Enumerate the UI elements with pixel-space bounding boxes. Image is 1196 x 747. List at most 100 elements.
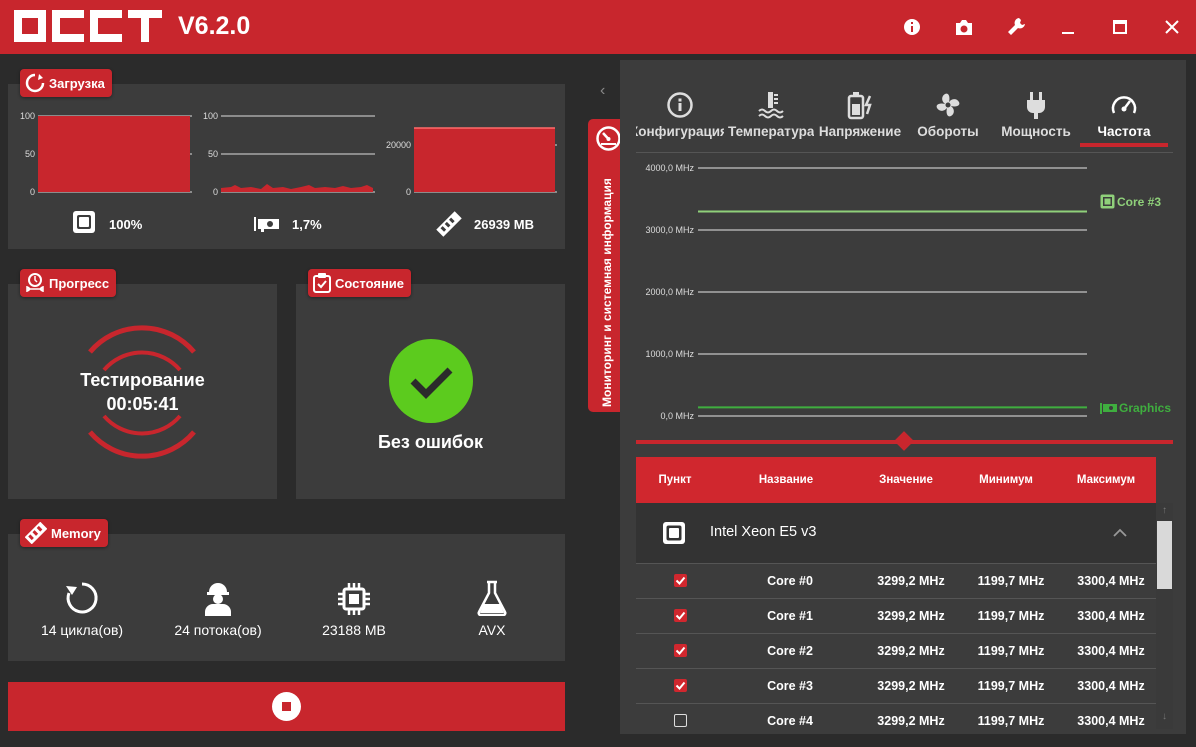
memory-load-value: 26939 MB — [474, 217, 534, 232]
tab-voltage-label: Напряжение — [818, 124, 902, 139]
tab-fans[interactable]: Обороты — [906, 90, 990, 146]
col-min[interactable]: Минимум — [956, 457, 1056, 503]
row-min: 1199,7 MHz — [977, 714, 1045, 728]
frequency-chart — [698, 167, 1087, 417]
state-panel: Без ошибок — [296, 284, 565, 499]
memory-load-chart — [414, 127, 557, 193]
row-name: Core #0 — [767, 574, 813, 588]
core3-series-label: Core #3 — [1100, 194, 1161, 209]
cpu-group-row[interactable]: Intel Xeon E5 v3 — [636, 503, 1156, 563]
progress-title: Прогресс — [49, 275, 110, 291]
loop-icon — [66, 582, 98, 614]
load-badge: Загрузка — [20, 69, 112, 97]
table-row[interactable]: Core #0 3299,2 MHz 1199,7 MHz 3300,4 MHz — [636, 563, 1156, 598]
row-checkbox[interactable] — [674, 644, 687, 657]
gpu-icon — [254, 217, 279, 232]
ram-icon — [25, 522, 47, 544]
progress-badge: Прогресс — [20, 269, 117, 297]
monitoring-panel: Конфигурация Температура Напряжение Обор… — [620, 60, 1186, 734]
occt-logo — [12, 8, 164, 49]
row-min: 1199,7 MHz — [977, 679, 1045, 693]
y-tick-label: 1000,0 MHz — [645, 349, 694, 359]
ok-check-icon — [389, 339, 473, 423]
col-item[interactable]: Пункт — [636, 457, 714, 503]
state-title: Состояние — [335, 275, 405, 291]
mem-axis-20000: 20000 — [385, 140, 411, 150]
side-tab-label: Мониторинг и системная информация — [600, 178, 614, 407]
tab-voltage[interactable]: Напряжение — [817, 90, 903, 146]
gpu-load-value: 1,7% — [292, 217, 322, 232]
table-row[interactable]: Core #3 3299,2 MHz 1199,7 MHz 3300,4 MHz — [636, 668, 1156, 703]
screenshot-button[interactable] — [951, 14, 977, 40]
stop-test-button[interactable] — [8, 682, 565, 731]
camera-icon — [956, 19, 972, 35]
clipboard-check-icon — [313, 273, 331, 293]
col-max[interactable]: Максимум — [1056, 457, 1156, 503]
wrench-icon — [1008, 18, 1025, 35]
y-tick-label: 3000,0 MHz — [645, 225, 694, 235]
chip-icon — [338, 583, 370, 615]
col-name[interactable]: Название — [716, 457, 856, 503]
table-row[interactable]: Core #4 3299,2 MHz 1199,7 MHz 3300,4 MHz — [636, 703, 1156, 738]
table-row[interactable]: Core #2 3299,2 MHz 1199,7 MHz 3300,4 MHz — [636, 633, 1156, 668]
gpu-icon — [1100, 402, 1117, 414]
table-row[interactable]: Core #1 3299,2 MHz 1199,7 MHz 3300,4 MHz — [636, 598, 1156, 633]
memory-panel: 14 цикла(ов) 24 потока(ов) 23188 MB AVX — [8, 534, 565, 661]
row-max: 3300,4 MHz — [1077, 574, 1145, 588]
cpu-axis-0: 0 — [29, 187, 35, 197]
memory-badge: Memory — [20, 519, 108, 547]
tab-frequency[interactable]: Частота — [1081, 90, 1167, 146]
memory-size: 23188 MB — [284, 576, 424, 638]
scroll-up-arrow[interactable]: ↑ — [1156, 505, 1173, 516]
tab-temperature-label: Температура — [728, 124, 814, 139]
tab-power-label: Мощность — [1001, 124, 1071, 139]
cpu-axis-50: 50 — [24, 149, 35, 159]
cpu-icon — [663, 522, 685, 544]
timer-icon — [26, 273, 44, 292]
mem-axis-0: 0 — [405, 187, 411, 197]
cpu-icon — [73, 211, 95, 233]
progress-panel: Тестирование 00:05:41 — [8, 284, 277, 499]
cpu-axis-100: 100 — [19, 111, 35, 121]
close-button[interactable] — [1159, 14, 1185, 40]
row-checkbox[interactable] — [674, 714, 687, 727]
minimize-button[interactable] — [1055, 14, 1081, 40]
cpu-load-chart — [38, 115, 192, 193]
settings-button[interactable] — [1003, 14, 1029, 40]
row-min: 1199,7 MHz — [977, 574, 1045, 588]
worker-icon — [205, 583, 231, 616]
chevron-up-icon[interactable] — [1113, 528, 1127, 537]
collapse-panel-arrow[interactable]: ‹ — [600, 82, 605, 100]
memory-threads: 24 потока(ов) — [148, 576, 288, 638]
close-icon — [1165, 20, 1179, 34]
y-tick-label: 0,0 MHz — [660, 411, 694, 421]
row-checkbox[interactable] — [674, 574, 687, 587]
state-status: Без ошибок — [377, 432, 484, 452]
scroll-down-arrow[interactable]: ↓ — [1156, 711, 1173, 722]
maximize-button[interactable] — [1107, 14, 1133, 40]
tab-configuration[interactable]: Конфигурация — [636, 90, 724, 146]
memory-cycles: 14 цикла(ов) — [12, 576, 152, 638]
gauge-icon — [1111, 96, 1137, 114]
progress-time: 00:05:41 — [106, 394, 179, 414]
table-scrollbar[interactable]: ↑ ↓ — [1156, 503, 1173, 729]
info-button[interactable] — [899, 14, 925, 40]
sensor-table-header: Пункт Название Значение Минимум Максимум — [636, 457, 1156, 503]
col-value[interactable]: Значение — [856, 457, 956, 503]
row-name: Core #1 — [767, 609, 813, 623]
row-checkbox[interactable] — [674, 679, 687, 692]
gpu-axis-50: 50 — [207, 149, 218, 159]
scroll-thumb[interactable] — [1157, 521, 1172, 589]
tab-power[interactable]: Мощность — [993, 90, 1079, 146]
core3-series-text: Core #3 — [1117, 194, 1162, 209]
cpu-group-name: Intel Xeon E5 v3 — [710, 524, 817, 540]
memory-cycles-label: 14 цикла(ов) — [40, 622, 124, 638]
flask-icon — [477, 580, 507, 616]
ram-icon — [436, 211, 462, 237]
refresh-icon — [25, 73, 45, 93]
row-checkbox[interactable] — [674, 609, 687, 622]
timeline-slider-thumb[interactable] — [894, 431, 914, 451]
tab-temperature[interactable]: Температура — [728, 90, 814, 146]
row-name: Core #4 — [767, 714, 813, 728]
row-value: 3299,2 MHz — [877, 714, 945, 728]
